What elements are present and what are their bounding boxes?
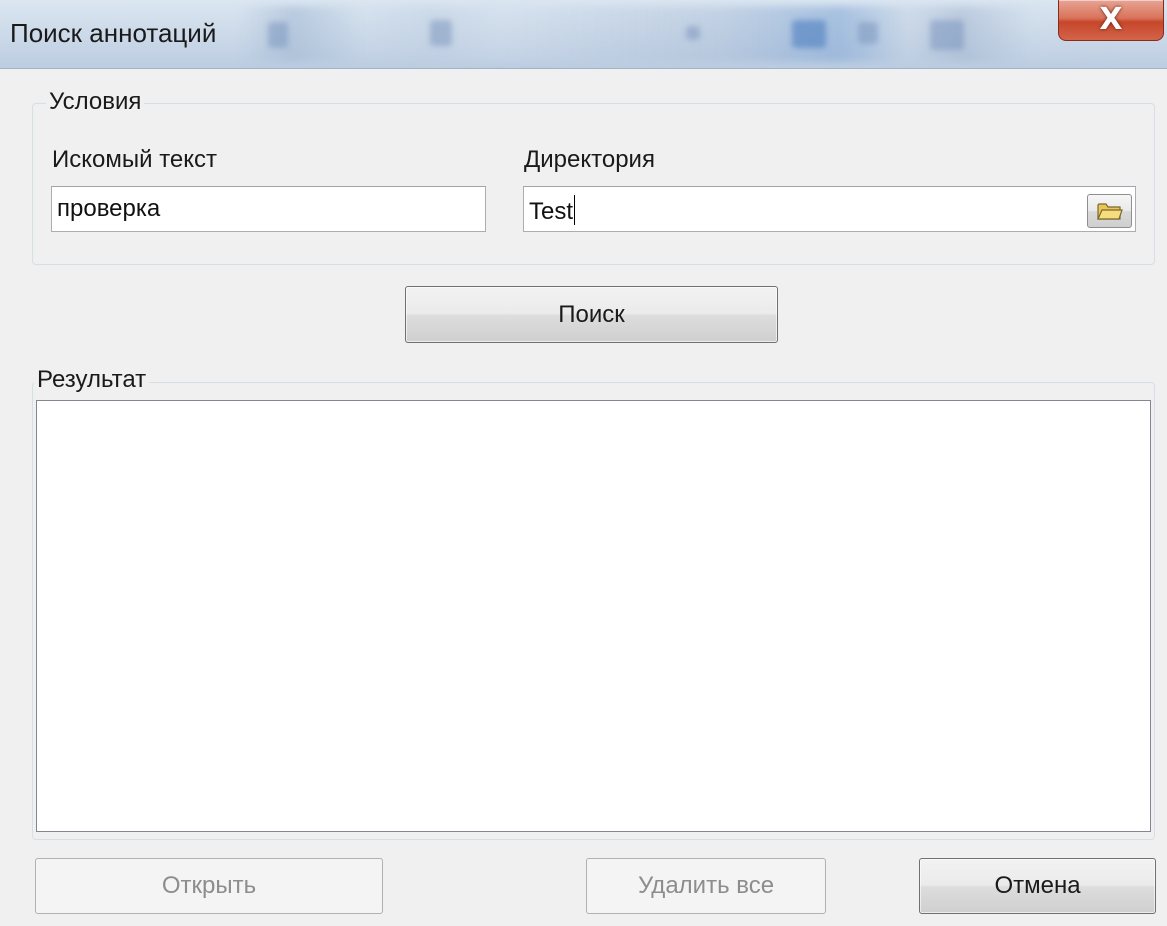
background-blur [792, 20, 826, 48]
browse-directory-button[interactable] [1087, 194, 1132, 228]
background-blur [858, 22, 878, 44]
conditions-group [32, 103, 1155, 265]
results-list[interactable] [36, 400, 1151, 832]
delete-all-button[interactable]: Удалить все [586, 858, 826, 914]
search-text-label: Искомый текст [52, 146, 218, 173]
search-text-value: проверка [57, 195, 161, 222]
search-button-label: Поиск [558, 300, 625, 328]
directory-label: Директория [524, 146, 655, 173]
directory-input[interactable]: Test [523, 186, 1136, 232]
folder-icon [1097, 203, 1123, 220]
background-blur [430, 20, 452, 46]
annotation-search-dialog: Поиск аннотаций X Условия Искомый текст … [0, 0, 1167, 926]
directory-value-wrap: Test [529, 195, 576, 226]
background-blur [930, 20, 964, 50]
cancel-button-label: Отмена [994, 872, 1081, 899]
background-blur [268, 22, 288, 48]
cancel-button[interactable]: Отмена [919, 858, 1156, 914]
open-button-label: Открыть [161, 872, 257, 899]
results-group-title: Результат [34, 366, 150, 394]
background-blur [686, 26, 700, 40]
text-caret [574, 195, 576, 225]
title-bar[interactable]: Поиск аннотаций X [0, 0, 1167, 69]
close-icon: X [1099, 2, 1123, 37]
search-text-input[interactable]: проверка [51, 186, 486, 232]
window-title: Поиск аннотаций [10, 18, 217, 48]
directory-value: Test [529, 198, 574, 225]
search-button[interactable]: Поиск [405, 286, 778, 343]
delete-all-button-label: Удалить все [637, 872, 775, 899]
open-button[interactable]: Открыть [35, 858, 383, 914]
close-button[interactable]: X [1058, 0, 1164, 41]
conditions-group-title: Условия [46, 88, 145, 116]
background-blur [240, 6, 1120, 62]
